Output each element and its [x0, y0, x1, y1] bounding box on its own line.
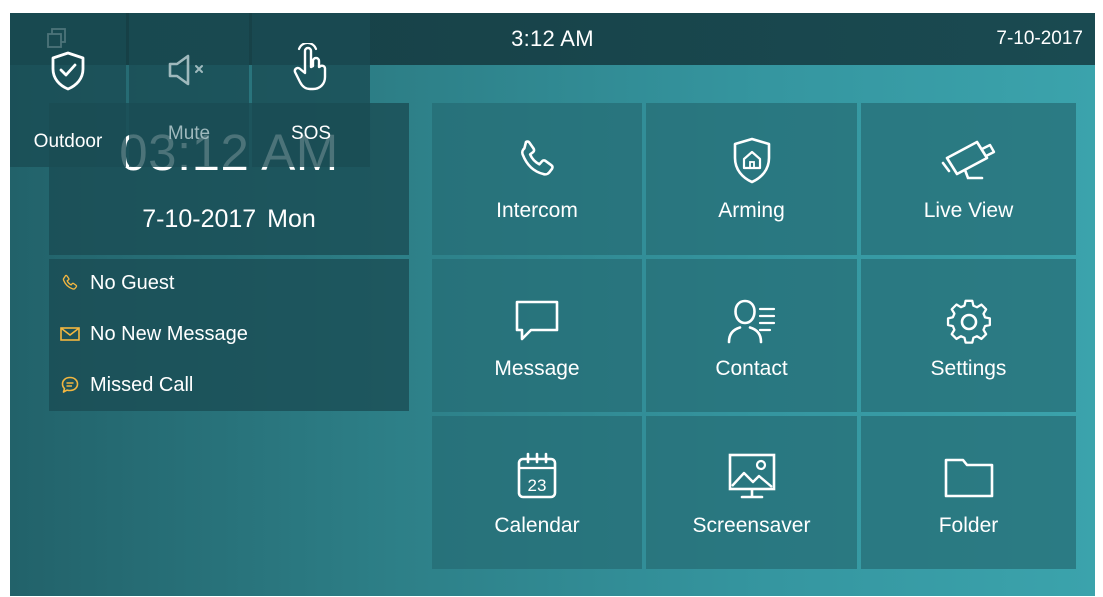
calendar-icon: 23	[432, 450, 642, 502]
status-item-message[interactable]: No New Message	[59, 320, 248, 348]
outdoor-button[interactable]: Outdoor	[10, 13, 126, 167]
clock-weekday: Mon	[267, 205, 316, 233]
message-tile[interactable]: Message	[432, 259, 642, 412]
status-item-label: Missed Call	[90, 373, 194, 396]
gear-icon	[861, 295, 1076, 347]
security-camera-icon	[861, 135, 1076, 187]
arming-tile[interactable]: Arming	[646, 103, 857, 255]
calendar-label: Calendar	[494, 514, 580, 537]
quick-actions: Outdoor Mute SOS	[10, 13, 370, 167]
clock-date-line: 7-10-2017 Mon	[49, 205, 409, 234]
speech-bubble-icon	[432, 295, 642, 347]
shield-check-icon	[10, 51, 126, 91]
screensaver-label: Screensaver	[692, 514, 811, 537]
folder-icon	[861, 452, 1076, 504]
live-view-label: Live View	[923, 199, 1014, 222]
sos-label: SOS	[290, 123, 332, 144]
calendar-day: 23	[528, 476, 547, 495]
calendar-tile[interactable]: 23 Calendar	[432, 416, 642, 569]
clock-date: 7-10-2017	[142, 205, 257, 233]
notification-panel: No Guest No New Message Missed Call	[49, 259, 409, 411]
envelope-icon	[59, 323, 81, 345]
folder-label: Folder	[938, 514, 999, 537]
shield-home-icon	[646, 135, 857, 187]
arming-label: Arming	[718, 199, 785, 222]
mute-button[interactable]: Mute	[129, 13, 249, 167]
intercom-tile[interactable]: Intercom	[432, 103, 642, 255]
chat-bubble-icon	[59, 374, 81, 396]
live-view-tile[interactable]: Live View	[861, 103, 1076, 255]
message-label: Message	[494, 357, 580, 380]
status-item-label: No Guest	[90, 271, 175, 294]
app-grid: Intercom Arming Live View Message Contac…	[432, 103, 1076, 569]
phone-icon	[432, 135, 642, 187]
settings-tile[interactable]: Settings	[861, 259, 1076, 412]
status-item-guest[interactable]: No Guest	[59, 269, 174, 297]
mute-label: Mute	[167, 123, 211, 144]
intercom-home-screen: 3:12 AM 7-10-2017 03:12 AM 7-10-2017 Mon…	[10, 13, 1095, 596]
outdoor-label: Outdoor	[33, 131, 103, 152]
status-bar-date: 7-10-2017	[996, 28, 1083, 49]
screensaver-tile[interactable]: Screensaver	[646, 416, 857, 569]
speaker-mute-icon	[129, 53, 249, 87]
intercom-label: Intercom	[496, 199, 578, 222]
folder-tile[interactable]: Folder	[861, 416, 1076, 569]
phone-icon	[59, 272, 81, 294]
status-item-label: No New Message	[90, 322, 248, 345]
status-item-missed-call[interactable]: Missed Call	[59, 371, 193, 399]
contact-label: Contact	[715, 357, 788, 380]
contact-list-icon	[646, 295, 857, 347]
contact-tile[interactable]: Contact	[646, 259, 857, 412]
settings-label: Settings	[930, 357, 1007, 380]
sos-button[interactable]: SOS	[252, 13, 370, 167]
picture-monitor-icon	[646, 450, 857, 502]
hand-pointer-icon	[252, 43, 370, 93]
